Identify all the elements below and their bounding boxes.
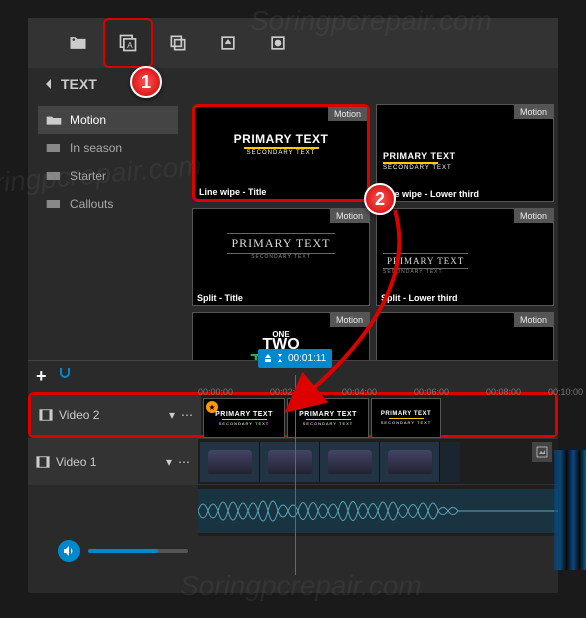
svg-text:A: A — [127, 40, 133, 50]
text-clip[interactable]: PRIMARY TEXTSECONDARY TEXT — [287, 398, 369, 438]
film-icon — [36, 455, 50, 469]
sidebar-item-in-season[interactable]: In season — [38, 134, 178, 162]
preset-line-wipe-title[interactable]: Motion PRIMARY TEXTSECONDARY TEXT Line w… — [192, 104, 370, 202]
sidebar-item-callouts[interactable]: Callouts — [38, 190, 178, 218]
track-video-1: Video 1 ▾ ⋯ — [28, 438, 558, 484]
category-sidebar: Motion In season Starter Callouts — [28, 100, 188, 360]
playhead[interactable]: 00:01:11 — [258, 349, 332, 368]
preset-item[interactable]: Motion — [376, 312, 554, 360]
track-header-video-2[interactable]: Video 2 ▾ ⋯ — [31, 395, 201, 435]
more-icon[interactable]: ⋯ — [178, 455, 190, 469]
track-audio — [28, 484, 558, 536]
panel-title: TEXT — [61, 76, 97, 92]
preset-split-lower-third[interactable]: Motion PRIMARY TEXTSECONDARY TEXT Split … — [376, 208, 554, 306]
decorative-spectrum — [554, 450, 586, 570]
toolbar: A — [28, 18, 558, 68]
film-icon — [39, 408, 53, 422]
preset-line-wipe-lower-third[interactable]: Motion PRIMARY TEXTSECONDARY TEXT Line w… — [376, 104, 554, 202]
volume-slider[interactable] — [88, 549, 188, 553]
panel-header[interactable]: TEXT — [28, 68, 558, 100]
sidebar-item-starter[interactable]: Starter — [38, 162, 178, 190]
track-header-video-1[interactable]: Video 1 ▾ ⋯ — [28, 439, 198, 484]
sidebar-item-motion[interactable]: Motion — [38, 106, 178, 134]
video-clip[interactable] — [200, 442, 460, 482]
preset-grid: Motion PRIMARY TEXTSECONDARY TEXT Line w… — [188, 100, 558, 360]
transitions-tab[interactable] — [153, 18, 203, 68]
text-clip[interactable]: ★PRIMARY TEXTSECONDARY TEXT — [203, 398, 285, 438]
annotation-marker-2: 2 — [364, 183, 396, 215]
chevron-down-icon[interactable]: ▾ — [166, 455, 172, 469]
track-video-2: Video 2 ▾ ⋯ ★PRIMARY TEXTSECONDARY TEXT … — [28, 392, 558, 438]
volume-button[interactable] — [58, 540, 80, 562]
audio-waveform[interactable] — [198, 489, 558, 533]
snap-button[interactable] — [57, 366, 73, 387]
preset-split-title[interactable]: Motion PRIMARY TEXTSECONDARY TEXT Split … — [192, 208, 370, 306]
add-button[interactable]: + — [36, 366, 47, 387]
overlays-tab[interactable] — [253, 18, 303, 68]
annotation-marker-1: 1 — [130, 66, 162, 98]
effects-tab[interactable] — [203, 18, 253, 68]
effect-icon[interactable] — [532, 442, 552, 462]
more-icon[interactable]: ⋯ — [181, 408, 193, 422]
star-icon: ★ — [206, 401, 218, 413]
text-clip[interactable]: PRIMARY TEXTSECONDARY TEXT — [371, 398, 441, 438]
timeline-ruler: + 00:00:00 00:02:00 00:04:00 00:06:00 00… — [28, 360, 558, 392]
media-tab[interactable] — [53, 18, 103, 68]
text-tab[interactable]: A — [103, 18, 153, 68]
chevron-down-icon[interactable]: ▾ — [169, 408, 175, 422]
